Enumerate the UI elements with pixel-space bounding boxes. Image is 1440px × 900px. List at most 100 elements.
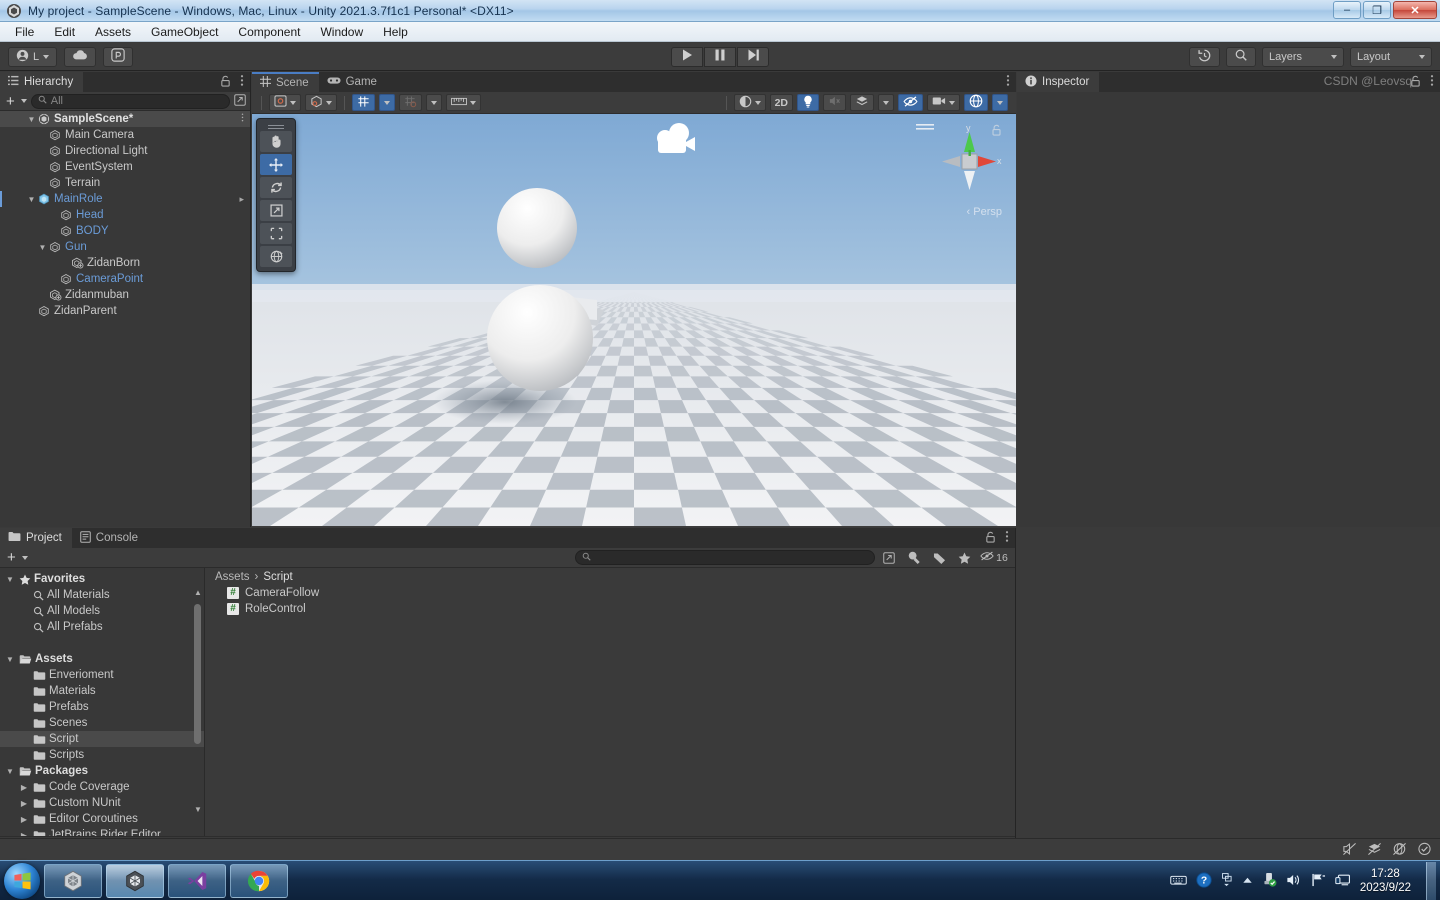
kebab-menu-icon[interactable]	[1005, 530, 1009, 546]
effects-dropdown[interactable]	[850, 94, 874, 111]
search-by-label-icon[interactable]	[927, 549, 951, 566]
project-tree-item-editor-coroutines[interactable]: ▶ Editor Coroutines	[0, 811, 204, 827]
hierarchy-item-camerapoint[interactable]: CameraPoint	[0, 271, 250, 287]
volume-icon[interactable]	[1286, 873, 1302, 890]
scroll-down-arrow-icon[interactable]: ▼	[194, 805, 202, 814]
transform-tool[interactable]	[260, 246, 292, 267]
gizmos-off-icon[interactable]	[1392, 842, 1407, 859]
hierarchy-scene-row[interactable]: ▼ SampleScene*	[0, 111, 250, 127]
keyboard-layout-icon[interactable]	[1170, 874, 1187, 889]
close-button[interactable]: ✕	[1393, 1, 1437, 19]
hierarchy-item-head[interactable]: Head	[0, 207, 250, 223]
gizmo-lock-icon[interactable]	[991, 124, 1002, 139]
project-tree-item-assets[interactable]: ▼ Assets	[0, 651, 204, 667]
layout-dropdown[interactable]: Layout	[1350, 46, 1432, 67]
kebab-menu-icon[interactable]	[1430, 74, 1434, 90]
tab-inspector[interactable]: Inspector	[1017, 72, 1100, 92]
step-button[interactable]	[737, 46, 769, 67]
chevron-down-icon[interactable]: ▼	[37, 243, 48, 252]
hierarchy-item-eventsystem[interactable]: EventSystem	[0, 159, 250, 175]
project-tree-item-packages[interactable]: ▼ Packages	[0, 763, 204, 779]
breadcrumb-root[interactable]: Assets	[215, 571, 250, 583]
scale-tool[interactable]	[260, 200, 292, 221]
taskbar-clock[interactable]: 17:28 2023/9/22	[1360, 867, 1411, 895]
show-desktop-button[interactable]	[1426, 862, 1436, 900]
menu-window[interactable]: Window	[311, 23, 372, 41]
hierarchy-item-directional-light[interactable]: Directional Light	[0, 143, 250, 159]
project-tree-item-scenes[interactable]: Scenes	[0, 715, 204, 731]
hierarchy-item-zidanborn[interactable]: ZidanBorn	[0, 255, 250, 271]
grid-snapping-dropdown[interactable]	[379, 94, 395, 111]
rotate-tool[interactable]	[260, 177, 292, 198]
display-icon[interactable]	[1335, 873, 1351, 890]
hierarchy-search-input[interactable]: All	[30, 93, 230, 109]
scene-overlay-menu-icon[interactable]	[916, 122, 934, 134]
scene-lighting-toggle[interactable]	[797, 94, 819, 111]
project-tree-item-all-prefabs[interactable]: All Prefabs	[0, 619, 204, 635]
hand-tool[interactable]	[260, 131, 292, 152]
scene-viewport[interactable]: y x ‹ Persp	[252, 114, 1016, 526]
grid-snapping-toggle[interactable]	[352, 94, 375, 111]
layers-dropdown[interactable]: Layers	[1262, 46, 1344, 67]
draw-mode-dropdown[interactable]	[733, 94, 766, 111]
project-tree-item-prefabs[interactable]: Prefabs	[0, 699, 204, 715]
handle-space-dropdown[interactable]	[305, 94, 337, 111]
project-create-button[interactable]: +	[5, 550, 18, 565]
scene-audio-toggle[interactable]	[823, 94, 846, 111]
create-gameobject-button[interactable]: +	[4, 94, 17, 109]
project-tree-item-custom-nunit[interactable]: ▶ Custom NUnit	[0, 795, 204, 811]
menu-help[interactable]: Help	[374, 23, 417, 41]
tab-game[interactable]: Game	[319, 72, 387, 92]
menu-component[interactable]: Component	[229, 23, 309, 41]
show-hidden-icons-icon[interactable]	[1221, 872, 1233, 890]
tray-expand-icon[interactable]	[1242, 875, 1253, 887]
scene-kebab-menu-icon[interactable]	[1006, 74, 1010, 90]
layers-off-icon[interactable]	[1367, 842, 1382, 859]
move-tool[interactable]	[260, 154, 292, 175]
services-button[interactable]	[103, 46, 134, 67]
pivot-mode-dropdown[interactable]	[269, 94, 301, 111]
scrollbar-thumb[interactable]	[194, 604, 201, 744]
restore-button[interactable]: ❐	[1363, 1, 1391, 19]
menu-gameobject[interactable]: GameObject	[142, 23, 227, 41]
kebab-menu-icon[interactable]	[240, 74, 244, 90]
save-search-icon[interactable]	[902, 549, 926, 566]
project-tree-item-all-models[interactable]: All Models	[0, 603, 204, 619]
tab-hierarchy[interactable]: Hierarchy	[0, 72, 84, 92]
undo-history-button[interactable]	[1189, 46, 1220, 67]
project-tree-item-scripts[interactable]: Scripts	[0, 747, 204, 763]
scene-kebab-menu-icon[interactable]	[241, 112, 244, 126]
hierarchy-item-zidanparent[interactable]: ZidanParent	[0, 303, 250, 319]
vertex-snapping-dropdown[interactable]	[426, 94, 442, 111]
twisty-icon[interactable]: ▼	[4, 767, 16, 776]
help-icon[interactable]: ?	[1196, 871, 1212, 891]
hierarchy-item-body[interactable]: BODY	[0, 223, 250, 239]
chevron-down-icon[interactable]: ▼	[26, 115, 37, 124]
grid-size-dropdown[interactable]	[446, 94, 481, 111]
hierarchy-item-mainrole[interactable]: ▼ MainRole ▸	[0, 191, 250, 207]
project-tree-item-all-materials[interactable]: All Materials	[0, 587, 204, 603]
twisty-icon[interactable]: ▶	[18, 799, 30, 808]
chevron-down-icon[interactable]: ▼	[26, 195, 37, 204]
camera-settings-dropdown[interactable]	[927, 94, 960, 111]
asset-item-camerafollow[interactable]: # CameraFollow	[205, 585, 1015, 601]
play-button[interactable]	[671, 46, 703, 67]
scene-visibility-toggle[interactable]	[898, 94, 923, 111]
project-tree-item-favorites[interactable]: ▼ Favorites	[0, 571, 204, 587]
project-tree-item-materials[interactable]: Materials	[0, 683, 204, 699]
account-dropdown[interactable]: L	[8, 46, 58, 67]
lock-icon[interactable]	[985, 531, 996, 546]
project-tree-scrollbar[interactable]: ▲ ▼	[193, 588, 202, 814]
hierarchy-item-gun[interactable]: ▼ Gun	[0, 239, 250, 255]
hierarchy-item-zidanmuban[interactable]: Zidanmuban	[0, 287, 250, 303]
scene-projection-label[interactable]: ‹ Persp	[967, 206, 1002, 218]
favorites-star-icon[interactable]	[952, 549, 976, 566]
hidden-packages-toggle[interactable]: 16	[977, 549, 1011, 566]
tab-project[interactable]: Project	[0, 528, 72, 548]
taskbar-visual-studio[interactable]	[168, 863, 226, 898]
twisty-icon[interactable]: ▶	[18, 815, 30, 824]
project-tree-item-code-coverage[interactable]: ▶ Code Coverage	[0, 779, 204, 795]
cloud-button[interactable]	[64, 46, 97, 67]
tab-scene[interactable]: Scene	[252, 72, 319, 92]
rect-tool[interactable]	[260, 223, 292, 244]
